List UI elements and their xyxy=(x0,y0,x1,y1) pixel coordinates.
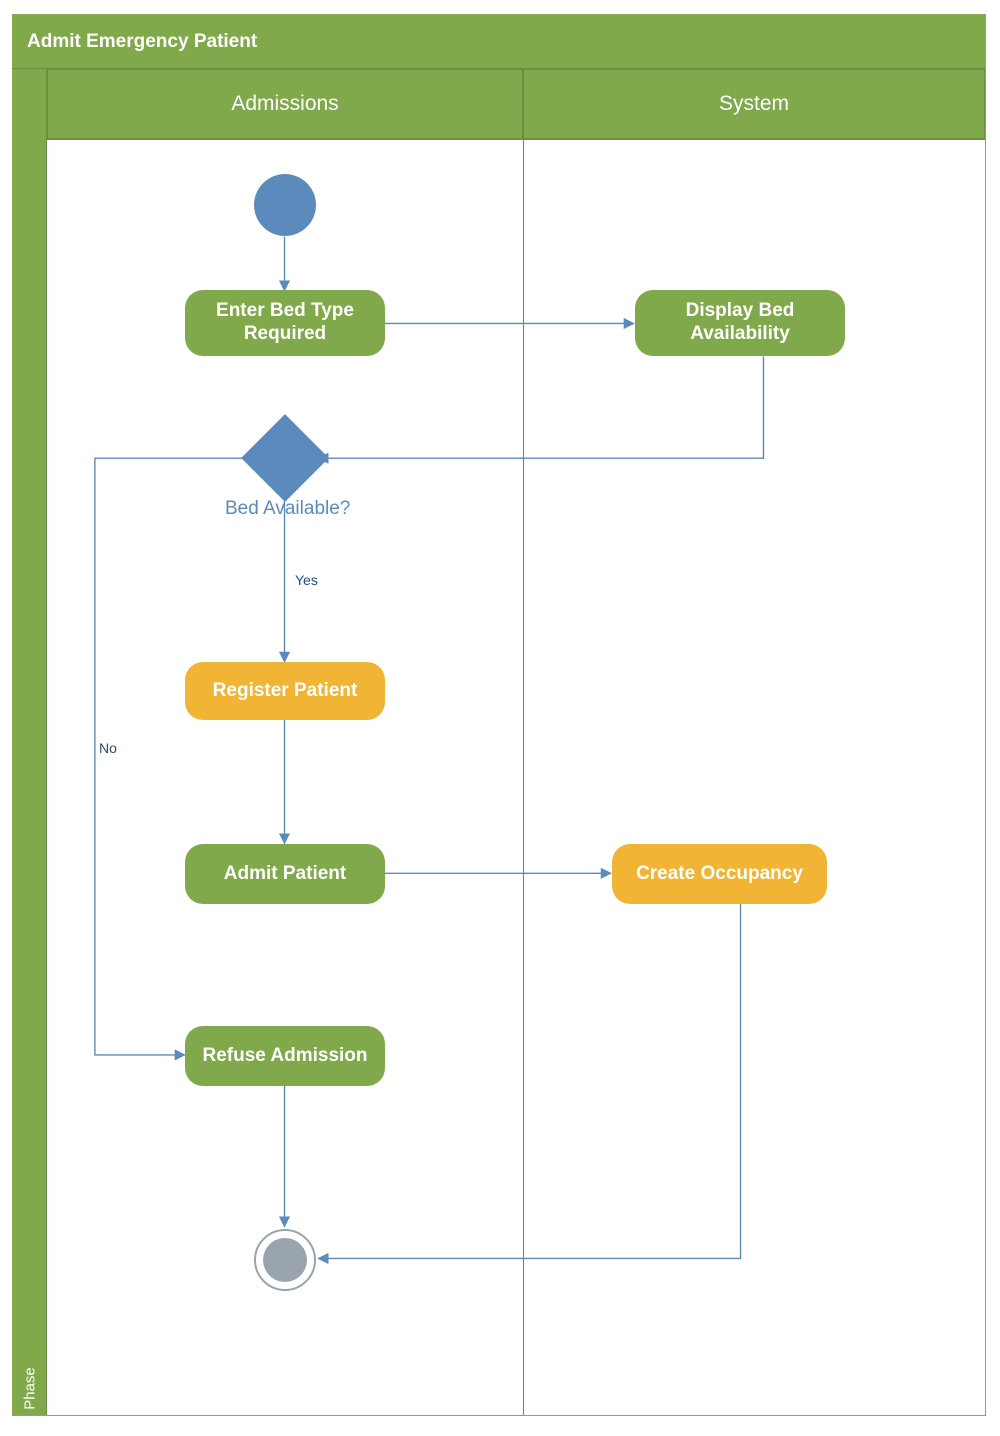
lane-header-label: System xyxy=(719,92,789,116)
activity-label: Enter Bed Type Required xyxy=(185,300,385,346)
decision-bed-available xyxy=(254,427,316,489)
activity-label: Admit Patient xyxy=(224,863,346,886)
edge-label-no: No xyxy=(99,740,117,756)
edge-displaybed-to-decision xyxy=(318,356,763,458)
edge-createocc-to-end xyxy=(318,903,740,1258)
diagram-frame: Admit Emergency Patient Phase Admissions… xyxy=(0,0,1000,1436)
activity-refuse-admission: Refuse Admission xyxy=(185,1026,385,1086)
lane-header-system: System xyxy=(523,69,985,139)
activity-display-bed-availability: Display Bed Availability xyxy=(635,290,845,356)
subprocess-create-occupancy: Create Occupancy xyxy=(612,844,827,904)
activity-enter-bed-type: Enter Bed Type Required xyxy=(185,290,385,356)
subprocess-register-patient: Register Patient xyxy=(185,662,385,720)
diamond-shape xyxy=(241,414,329,502)
start-node xyxy=(254,174,316,236)
edge-label-yes: Yes xyxy=(295,572,318,588)
activity-admit-patient: Admit Patient xyxy=(185,844,385,904)
end-ring xyxy=(254,1229,316,1291)
lane-header-label: Admissions xyxy=(231,92,338,116)
lane-header-row: Admissions System xyxy=(13,69,985,139)
diagram-title-bar: Admit Emergency Patient xyxy=(13,15,985,69)
edge-decision-no-to-refuse xyxy=(95,458,251,1055)
end-node xyxy=(254,1229,316,1291)
activity-label: Refuse Admission xyxy=(202,1045,367,1068)
diagram-canvas: Enter Bed Type Required Display Bed Avai… xyxy=(47,139,985,1415)
phase-label: Phase xyxy=(21,1367,38,1410)
lane-header-admissions: Admissions xyxy=(47,69,523,139)
activity-label: Display Bed Availability xyxy=(635,300,845,346)
decision-label: Bed Available? xyxy=(225,498,350,520)
diagram-outer: Admit Emergency Patient Phase Admissions… xyxy=(12,14,986,1416)
diagram-title: Admit Emergency Patient xyxy=(27,31,257,53)
activity-label: Create Occupancy xyxy=(636,863,803,886)
end-dot xyxy=(263,1238,307,1282)
phase-lane: Phase xyxy=(13,69,47,1415)
activity-label: Register Patient xyxy=(213,680,358,703)
lane-divider xyxy=(523,140,524,1415)
